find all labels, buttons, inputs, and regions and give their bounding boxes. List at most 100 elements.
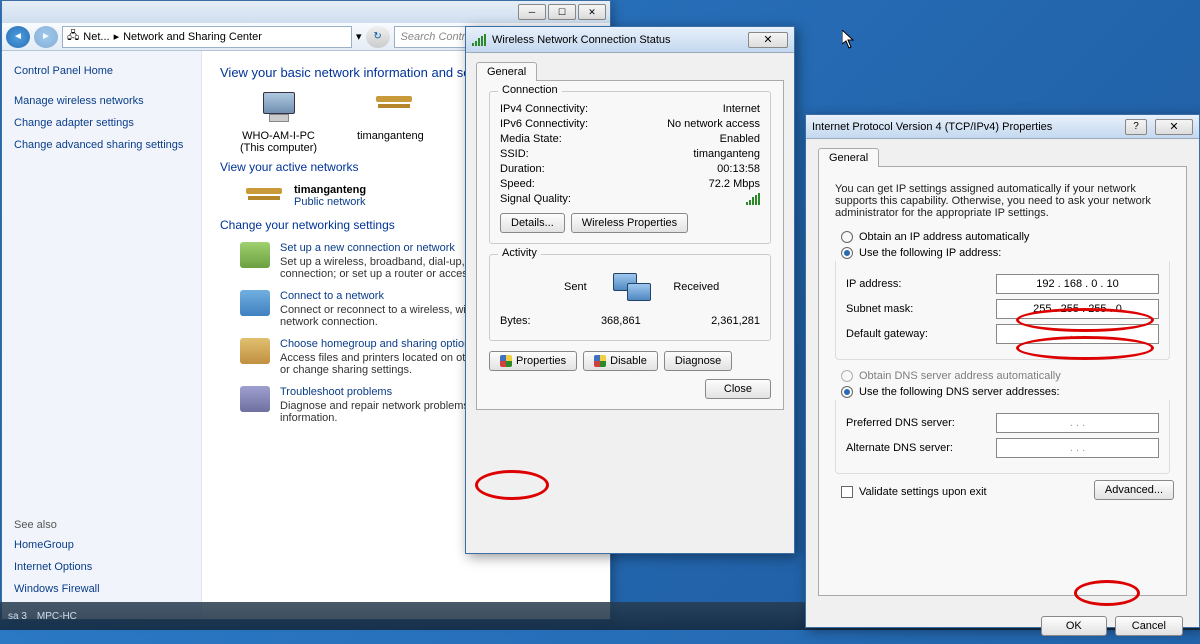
refresh-button[interactable]: ↻ — [366, 26, 390, 48]
subnet-mask-input[interactable]: 255 . 255 . 255 . 0 — [996, 299, 1159, 319]
preferred-dns-input[interactable]: . . . — [996, 413, 1159, 433]
details-button[interactable]: Details... — [500, 213, 565, 233]
speed-label: Speed: — [500, 178, 535, 190]
radio-icon — [841, 231, 853, 243]
bytes-sent-value: 368,861 — [531, 315, 711, 327]
diagnose-button[interactable]: Diagnose — [664, 351, 732, 371]
signal-bars-icon — [746, 193, 760, 205]
radio-icon — [841, 386, 853, 398]
setup-icon — [240, 242, 270, 268]
obtain-ip-auto-radio[interactable]: Obtain an IP address automatically — [841, 231, 1174, 243]
activity-fieldset: Activity Sent Received Bytes: 368,861 2,… — [489, 254, 771, 341]
control-panel-home-link[interactable]: Control Panel Home — [14, 65, 189, 77]
troubleshoot-link[interactable]: Troubleshoot problems — [280, 386, 392, 398]
fieldset-legend: Connection — [498, 84, 562, 96]
forward-button[interactable]: ► — [34, 26, 58, 48]
window-titlebar[interactable]: ─ ☐ ✕ — [2, 1, 610, 23]
wireless-properties-button[interactable]: Wireless Properties — [571, 213, 688, 233]
tab-general[interactable]: General — [476, 62, 537, 81]
disable-button[interactable]: Disable — [583, 351, 658, 371]
taskbar-item[interactable]: sa 3 — [8, 611, 27, 622]
shield-icon — [594, 355, 606, 367]
sidebar: Control Panel Home Manage wireless netwo… — [2, 51, 202, 619]
subnet-mask-label: Subnet mask: — [846, 303, 996, 315]
dialog-title: Wireless Network Connection Status — [492, 34, 742, 46]
breadcrumb[interactable]: Network and Sharing Center — [123, 31, 262, 43]
dialog-titlebar[interactable]: Internet Protocol Version 4 (TCP/IPv4) P… — [806, 115, 1199, 139]
network-node-router[interactable]: timanganteng — [357, 90, 424, 154]
dialog-titlebar[interactable]: Wireless Network Connection Status ✕ — [466, 27, 794, 53]
description-text: You can get IP settings assigned automat… — [835, 183, 1170, 219]
duration-label: Duration: — [500, 163, 545, 175]
ssid-label: SSID: — [500, 148, 529, 160]
close-button[interactable]: Close — [705, 379, 771, 399]
wireless-status-dialog: Wireless Network Connection Status ✕ Gen… — [465, 26, 795, 554]
ipv4-value: Internet — [723, 103, 760, 115]
use-following-dns-radio[interactable]: Use the following DNS server addresses: — [841, 386, 1174, 398]
homegroup-link[interactable]: HomeGroup — [14, 539, 189, 551]
help-button[interactable]: ? — [1125, 119, 1147, 135]
ok-button[interactable]: OK — [1041, 616, 1107, 636]
media-value: Enabled — [720, 133, 760, 145]
bench-icon — [370, 90, 410, 126]
obtain-dns-auto-radio[interactable]: Obtain DNS server address automatically — [841, 370, 1174, 382]
ip-address-label: IP address: — [846, 278, 996, 290]
node-label: WHO-AM-I-PC — [240, 130, 317, 142]
close-button[interactable]: ✕ — [748, 32, 788, 48]
breadcrumb[interactable]: Net... — [83, 31, 109, 43]
address-bar[interactable]: 🖧 Net... ▸ Network and Sharing Center — [62, 26, 352, 48]
radio-icon — [841, 247, 853, 259]
taskbar-item[interactable]: MPC-HC — [37, 611, 77, 622]
shield-icon — [500, 355, 512, 367]
maximize-button[interactable]: ☐ — [548, 4, 576, 20]
tab-general[interactable]: General — [818, 148, 879, 167]
activity-icon — [605, 269, 655, 305]
connection-fieldset: Connection IPv4 Connectivity:Internet IP… — [489, 91, 771, 244]
ip-address-input[interactable]: 192 . 168 . 0 . 10 — [996, 274, 1159, 294]
tcpip-properties-dialog: Internet Protocol Version 4 (TCP/IPv4) P… — [805, 114, 1200, 628]
radio-icon — [841, 370, 853, 382]
ipv6-value: No network access — [667, 118, 760, 130]
homegroup-link[interactable]: Choose homegroup and sharing options — [280, 338, 476, 350]
connect-network-link[interactable]: Connect to a network — [280, 290, 384, 302]
alternate-dns-input[interactable]: . . . — [996, 438, 1159, 458]
received-label: Received — [673, 281, 760, 293]
cancel-button[interactable]: Cancel — [1115, 616, 1183, 636]
ipv6-label: IPv6 Connectivity: — [500, 118, 588, 130]
back-button[interactable]: ◄ — [6, 26, 30, 48]
close-button[interactable]: ✕ — [578, 4, 606, 20]
speed-value: 72.2 Mbps — [709, 178, 760, 190]
bytes-label: Bytes: — [500, 315, 531, 327]
gateway-input[interactable]: . . . — [996, 324, 1159, 344]
dialog-title: Internet Protocol Version 4 (TCP/IPv4) P… — [812, 121, 1119, 133]
preferred-dns-label: Preferred DNS server: — [846, 417, 996, 429]
media-label: Media State: — [500, 133, 562, 145]
properties-button[interactable]: Properties — [489, 351, 577, 371]
network-node-computer[interactable]: WHO-AM-I-PC (This computer) — [240, 90, 317, 154]
ssid-value: timanganteng — [693, 148, 760, 160]
network-type-link[interactable]: Public network — [294, 196, 366, 208]
change-advanced-sharing-link[interactable]: Change advanced sharing settings — [14, 139, 189, 151]
close-button[interactable]: ✕ — [1155, 119, 1193, 135]
change-adapter-link[interactable]: Change adapter settings — [14, 117, 189, 129]
use-following-ip-radio[interactable]: Use the following IP address: — [841, 247, 1174, 259]
windows-firewall-link[interactable]: Windows Firewall — [14, 583, 189, 595]
bench-icon — [240, 182, 284, 210]
manage-wireless-link[interactable]: Manage wireless networks — [14, 95, 189, 107]
alternate-dns-label: Alternate DNS server: — [846, 442, 996, 454]
troubleshoot-icon — [240, 386, 270, 412]
computer-icon — [259, 90, 299, 126]
connect-icon — [240, 290, 270, 316]
minimize-button[interactable]: ─ — [518, 4, 546, 20]
node-label: timanganteng — [357, 130, 424, 142]
fieldset-legend: Activity — [498, 247, 541, 259]
homegroup-icon — [240, 338, 270, 364]
internet-options-link[interactable]: Internet Options — [14, 561, 189, 573]
bytes-received-value: 2,361,281 — [711, 315, 760, 327]
network-name: timanganteng — [294, 184, 366, 196]
setup-connection-link[interactable]: Set up a new connection or network — [280, 242, 455, 254]
advanced-button[interactable]: Advanced... — [1094, 480, 1174, 500]
sent-label: Sent — [500, 281, 587, 293]
nav-icon: 🖧 — [67, 27, 79, 46]
gateway-label: Default gateway: — [846, 328, 996, 340]
